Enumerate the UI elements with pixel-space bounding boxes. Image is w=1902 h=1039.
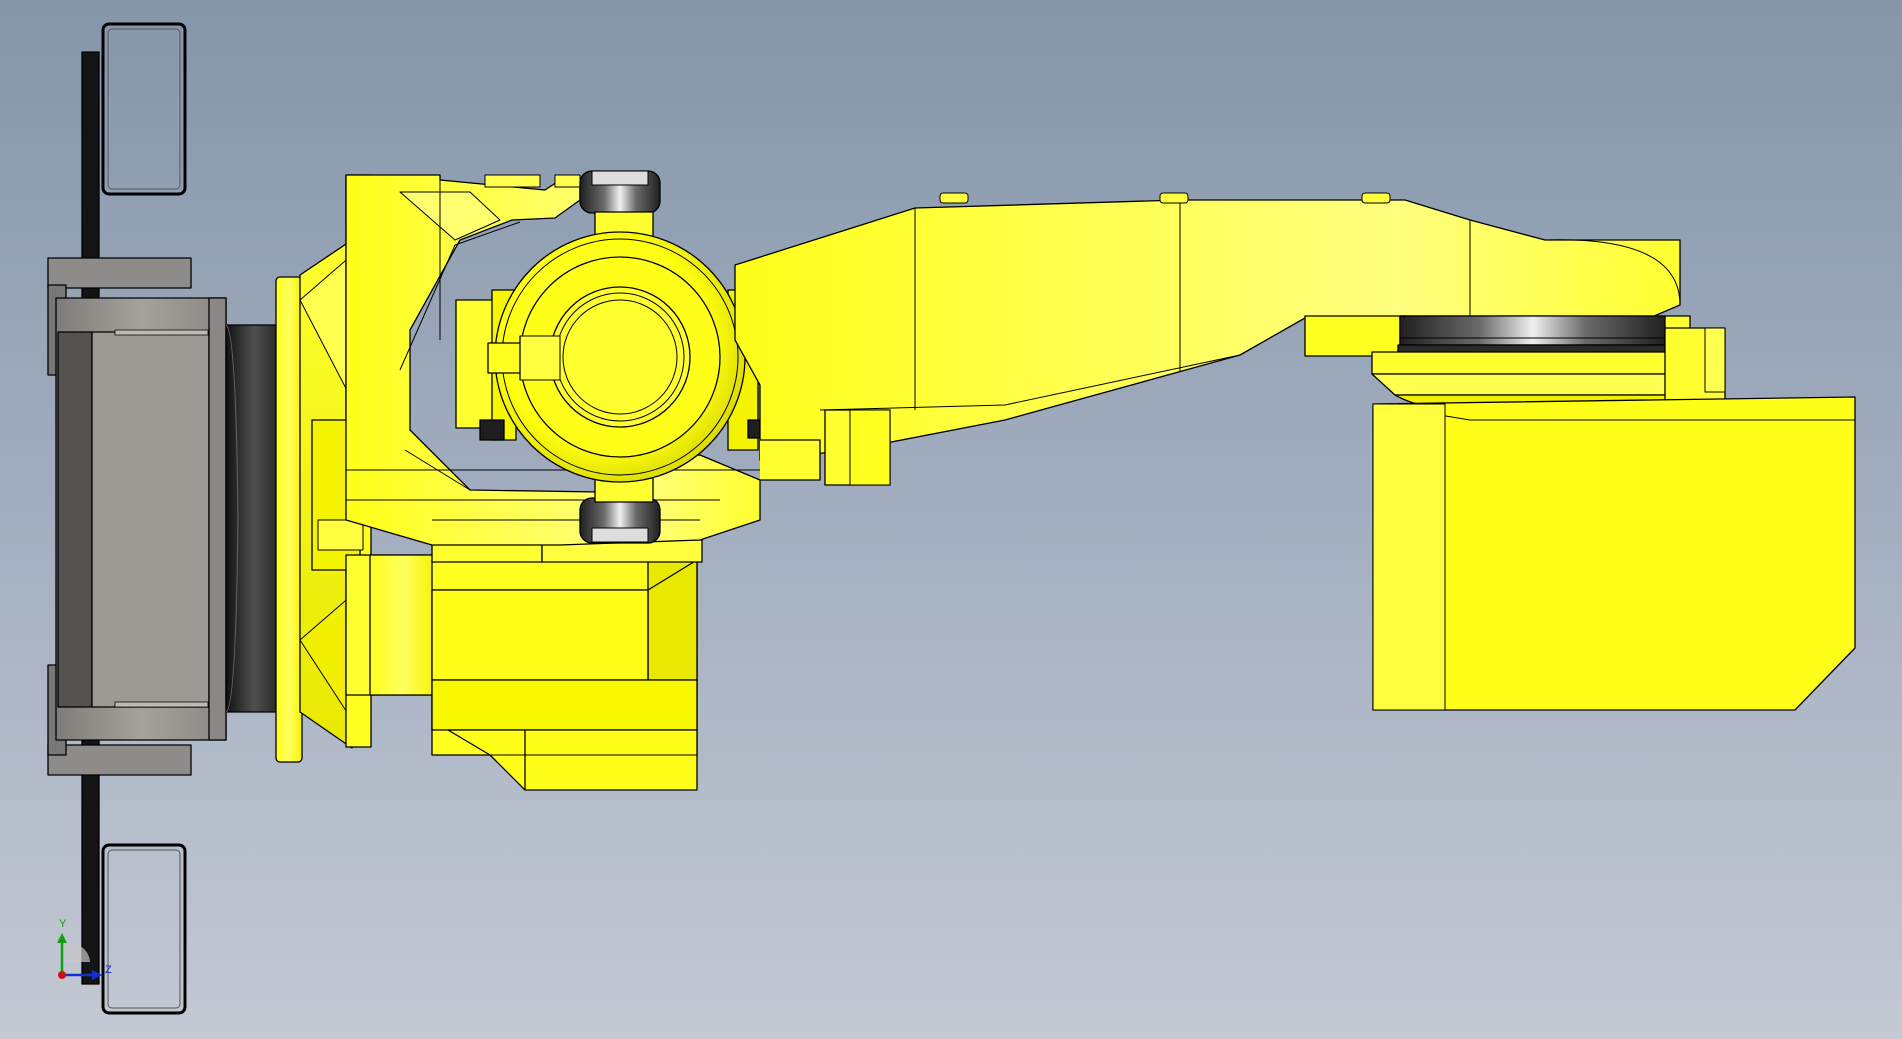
y-axis-label: Y bbox=[59, 918, 67, 930]
wrist-bearing bbox=[1399, 315, 1666, 346]
j2-gearbox bbox=[431, 539, 703, 791]
base-foot-top bbox=[101, 22, 187, 196]
wrist-assembly bbox=[1304, 315, 1856, 711]
z-axis-label: Z bbox=[105, 964, 112, 976]
robot-arm-model[interactable] bbox=[0, 0, 1902, 1039]
elbow-bearing-bottom bbox=[579, 477, 661, 544]
elbow-motor bbox=[487, 231, 746, 483]
coordinate-triad: Y Z bbox=[50, 915, 120, 985]
graphics-viewport[interactable]: Y Z bbox=[0, 0, 1902, 1039]
base-plate bbox=[47, 22, 227, 1015]
elbow-bearing-top bbox=[579, 170, 661, 237]
